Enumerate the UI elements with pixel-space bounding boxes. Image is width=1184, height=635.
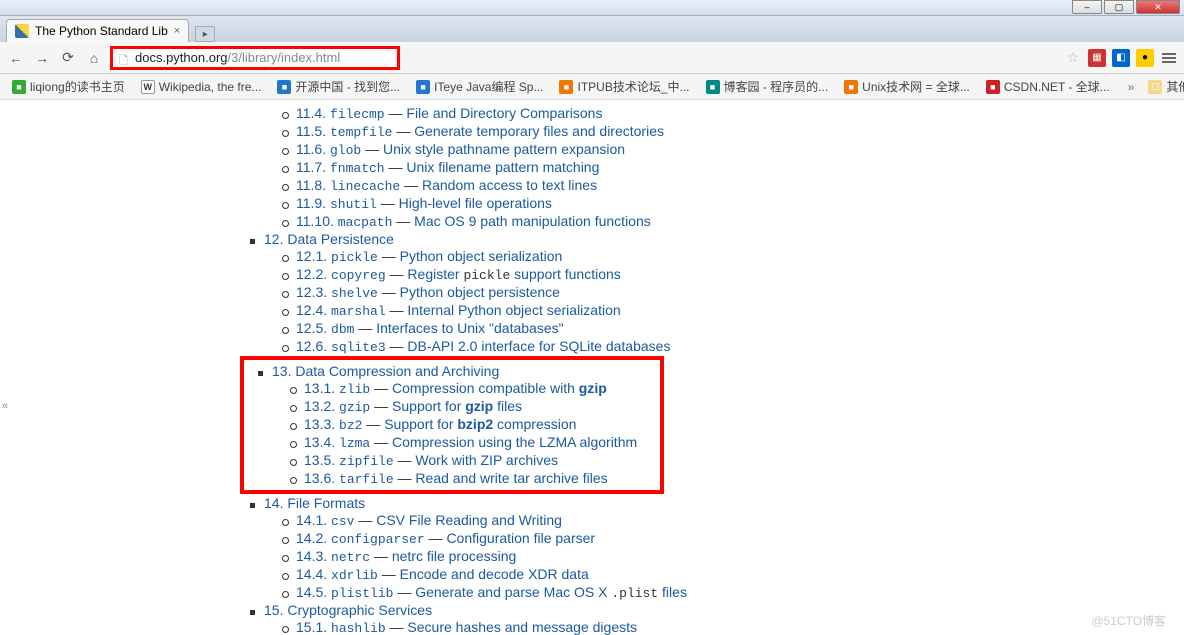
site-icon: ■ — [706, 80, 720, 94]
toc-chapter[interactable]: 12. Data Persistence 12.1. pickle — Pyth… — [246, 231, 1184, 355]
browser-toolbar: ← → ⟳ ⌂ 🗋 docs.python.org/3/library/inde… — [0, 42, 1184, 74]
toc-item[interactable]: 11.4. filecmp — File and Directory Compa… — [278, 105, 1184, 122]
bookmark-label: Unix技术网 = 全球... — [862, 78, 970, 95]
other-bookmarks-folder[interactable]: ▢ 其他书 — [1142, 76, 1184, 97]
home-button[interactable]: ⌂ — [84, 48, 104, 68]
window-close-button[interactable]: ✕ — [1136, 0, 1180, 14]
toc-item[interactable]: 14.4. xdrlib — Encode and decode XDR dat… — [278, 566, 1184, 583]
toc-item[interactable]: 11.9. shutil — High-level file operation… — [278, 195, 1184, 212]
tab-close-icon[interactable]: × — [174, 25, 180, 37]
toc-item[interactable]: 11.10. macpath — Mac OS 9 path manipulat… — [278, 213, 1184, 230]
toc-chapter[interactable]: 15. Cryptographic Services 15.1. hashlib… — [246, 602, 1184, 635]
reload-button[interactable]: ⟳ — [58, 48, 78, 68]
site-icon: ■ — [277, 80, 291, 94]
highlighted-section: 13. Data Compression and Archiving 13.1.… — [240, 356, 664, 494]
bookmarks-bar: ■ liqiong的读书主页 W Wikipedia, the fre... ■ 开源中国… — [0, 74, 1184, 100]
forward-button[interactable]: → — [32, 48, 52, 68]
window-minimize-button[interactable]: – — [1072, 0, 1102, 14]
toc-item[interactable]: 13.6. tarfile — Read and write tar archi… — [286, 470, 656, 487]
toc-item[interactable]: 14.2. configparser — Configuration file … — [278, 530, 1184, 547]
python-favicon-icon — [15, 24, 29, 38]
bookmark-label: liqiong的读书主页 — [30, 78, 125, 95]
toc-item[interactable]: 12.2. copyreg — Register pickle support … — [278, 266, 1184, 283]
site-icon: ■ — [559, 80, 573, 94]
toc-item[interactable]: 13.2. gzip — Support for gzip files — [286, 398, 656, 415]
bookmark-label: CSDN.NET - 全球... — [1004, 78, 1110, 95]
bookmark-label: 开源中国 - 找到您... — [295, 78, 400, 95]
watermark: @51CTO博客 — [1091, 612, 1166, 629]
window-titlebar: – ▢ ✕ — [0, 0, 1184, 16]
toc-item[interactable]: 12.4. marshal — Internal Python object s… — [278, 302, 1184, 319]
extension-icon[interactable]: ▦ — [1088, 49, 1106, 67]
toc-item[interactable]: 13.4. lzma — Compression using the LZMA … — [286, 434, 656, 451]
new-tab-button[interactable]: ▸ — [195, 26, 215, 42]
toc-item[interactable]: 12.1. pickle — Python object serializati… — [278, 248, 1184, 265]
site-icon: W — [141, 80, 155, 94]
sidebar-collapse-icon[interactable]: « — [2, 400, 8, 412]
toc-item[interactable]: 11.5. tempfile — Generate temporary file… — [278, 123, 1184, 140]
address-bar[interactable]: 🗋 docs.python.org/3/library/index.html — [110, 46, 400, 70]
back-button[interactable]: ← — [6, 48, 26, 68]
site-icon: ■ — [986, 80, 1000, 94]
bookmark-item[interactable]: ■ CSDN.NET - 全球... — [980, 76, 1116, 97]
site-icon: ■ — [416, 80, 430, 94]
bookmark-item[interactable]: ■ Unix技术网 = 全球... — [838, 76, 976, 97]
bookmark-label: Wikipedia, the fre... — [159, 80, 262, 94]
toc-item[interactable]: 13.1. zlib — Compression compatible with… — [286, 380, 656, 397]
toc-item[interactable]: 12.5. dbm — Interfaces to Unix "database… — [278, 320, 1184, 337]
page-icon: 🗋 — [119, 52, 131, 64]
toc-chapter[interactable]: 14. File Formats 14.1. csv — CSV File Re… — [246, 495, 1184, 601]
extension-icon[interactable]: ● — [1136, 49, 1154, 67]
folder-icon: ▢ — [1148, 80, 1162, 94]
bookmark-item[interactable]: W Wikipedia, the fre... — [135, 78, 268, 96]
tab-title: The Python Standard Lib — [35, 24, 168, 38]
bookmark-item[interactable]: ■ ITPUB技术论坛_中... — [553, 76, 695, 97]
toc-item[interactable]: 14.5. plistlib — Generate and parse Mac … — [278, 584, 1184, 601]
bookmark-item[interactable]: ■ 开源中国 - 找到您... — [271, 76, 406, 97]
extension-icon[interactable]: ◧ — [1112, 49, 1130, 67]
menu-icon[interactable] — [1160, 49, 1178, 67]
bookmark-item[interactable]: ■ ITeye Java编程 Sp... — [410, 76, 549, 97]
site-icon: ■ — [844, 80, 858, 94]
bookmark-label: ITPUB技术论坛_中... — [577, 78, 689, 95]
toc-content: 11.4. filecmp — File and Directory Compa… — [210, 100, 1184, 635]
toc-item[interactable]: 13.5. zipfile — Work with ZIP archives — [286, 452, 656, 469]
other-bookmarks-label: 其他书 — [1166, 78, 1184, 95]
bookmarks-overflow-icon[interactable]: » — [1124, 80, 1139, 94]
toc-item[interactable]: 14.1. csv — CSV File Reading and Writing — [278, 512, 1184, 529]
url-host: docs.python.org — [135, 50, 228, 65]
browser-tab[interactable]: The Python Standard Lib × — [6, 19, 189, 42]
bookmark-item[interactable]: ■ 博客园 - 程序员的... — [700, 76, 835, 97]
toc-item[interactable]: 11.7. fnmatch — Unix filename pattern ma… — [278, 159, 1184, 176]
bookmark-label: ITeye Java编程 Sp... — [434, 78, 543, 95]
bookmark-star-icon[interactable]: ☆ — [1064, 49, 1082, 67]
bookmark-label: 博客园 - 程序员的... — [724, 78, 829, 95]
bookmark-item[interactable]: ■ liqiong的读书主页 — [6, 76, 131, 97]
page-viewport: « 11.4. filecmp — File and Directory Com… — [0, 100, 1184, 635]
toc-item[interactable]: 11.6. glob — Unix style pathname pattern… — [278, 141, 1184, 158]
browser-tab-bar: The Python Standard Lib × ▸ — [0, 16, 1184, 42]
url-path: /3/library/index.html — [228, 50, 341, 65]
toc-item[interactable]: 12.6. sqlite3 — DB-API 2.0 interface for… — [278, 338, 1184, 355]
toc-item[interactable]: 13.3. bz2 — Support for bzip2 compressio… — [286, 416, 656, 433]
toc-item[interactable]: 12.3. shelve — Python object persistence — [278, 284, 1184, 301]
toc-chapter[interactable]: 13. Data Compression and Archiving 13.1.… — [254, 363, 656, 487]
toc-item[interactable]: 11.8. linecache — Random access to text … — [278, 177, 1184, 194]
site-icon: ■ — [12, 80, 26, 94]
toc-item[interactable]: 15.1. hashlib — Secure hashes and messag… — [278, 619, 1184, 635]
toc-item[interactable]: 14.3. netrc — netrc file processing — [278, 548, 1184, 565]
window-maximize-button[interactable]: ▢ — [1104, 0, 1134, 14]
